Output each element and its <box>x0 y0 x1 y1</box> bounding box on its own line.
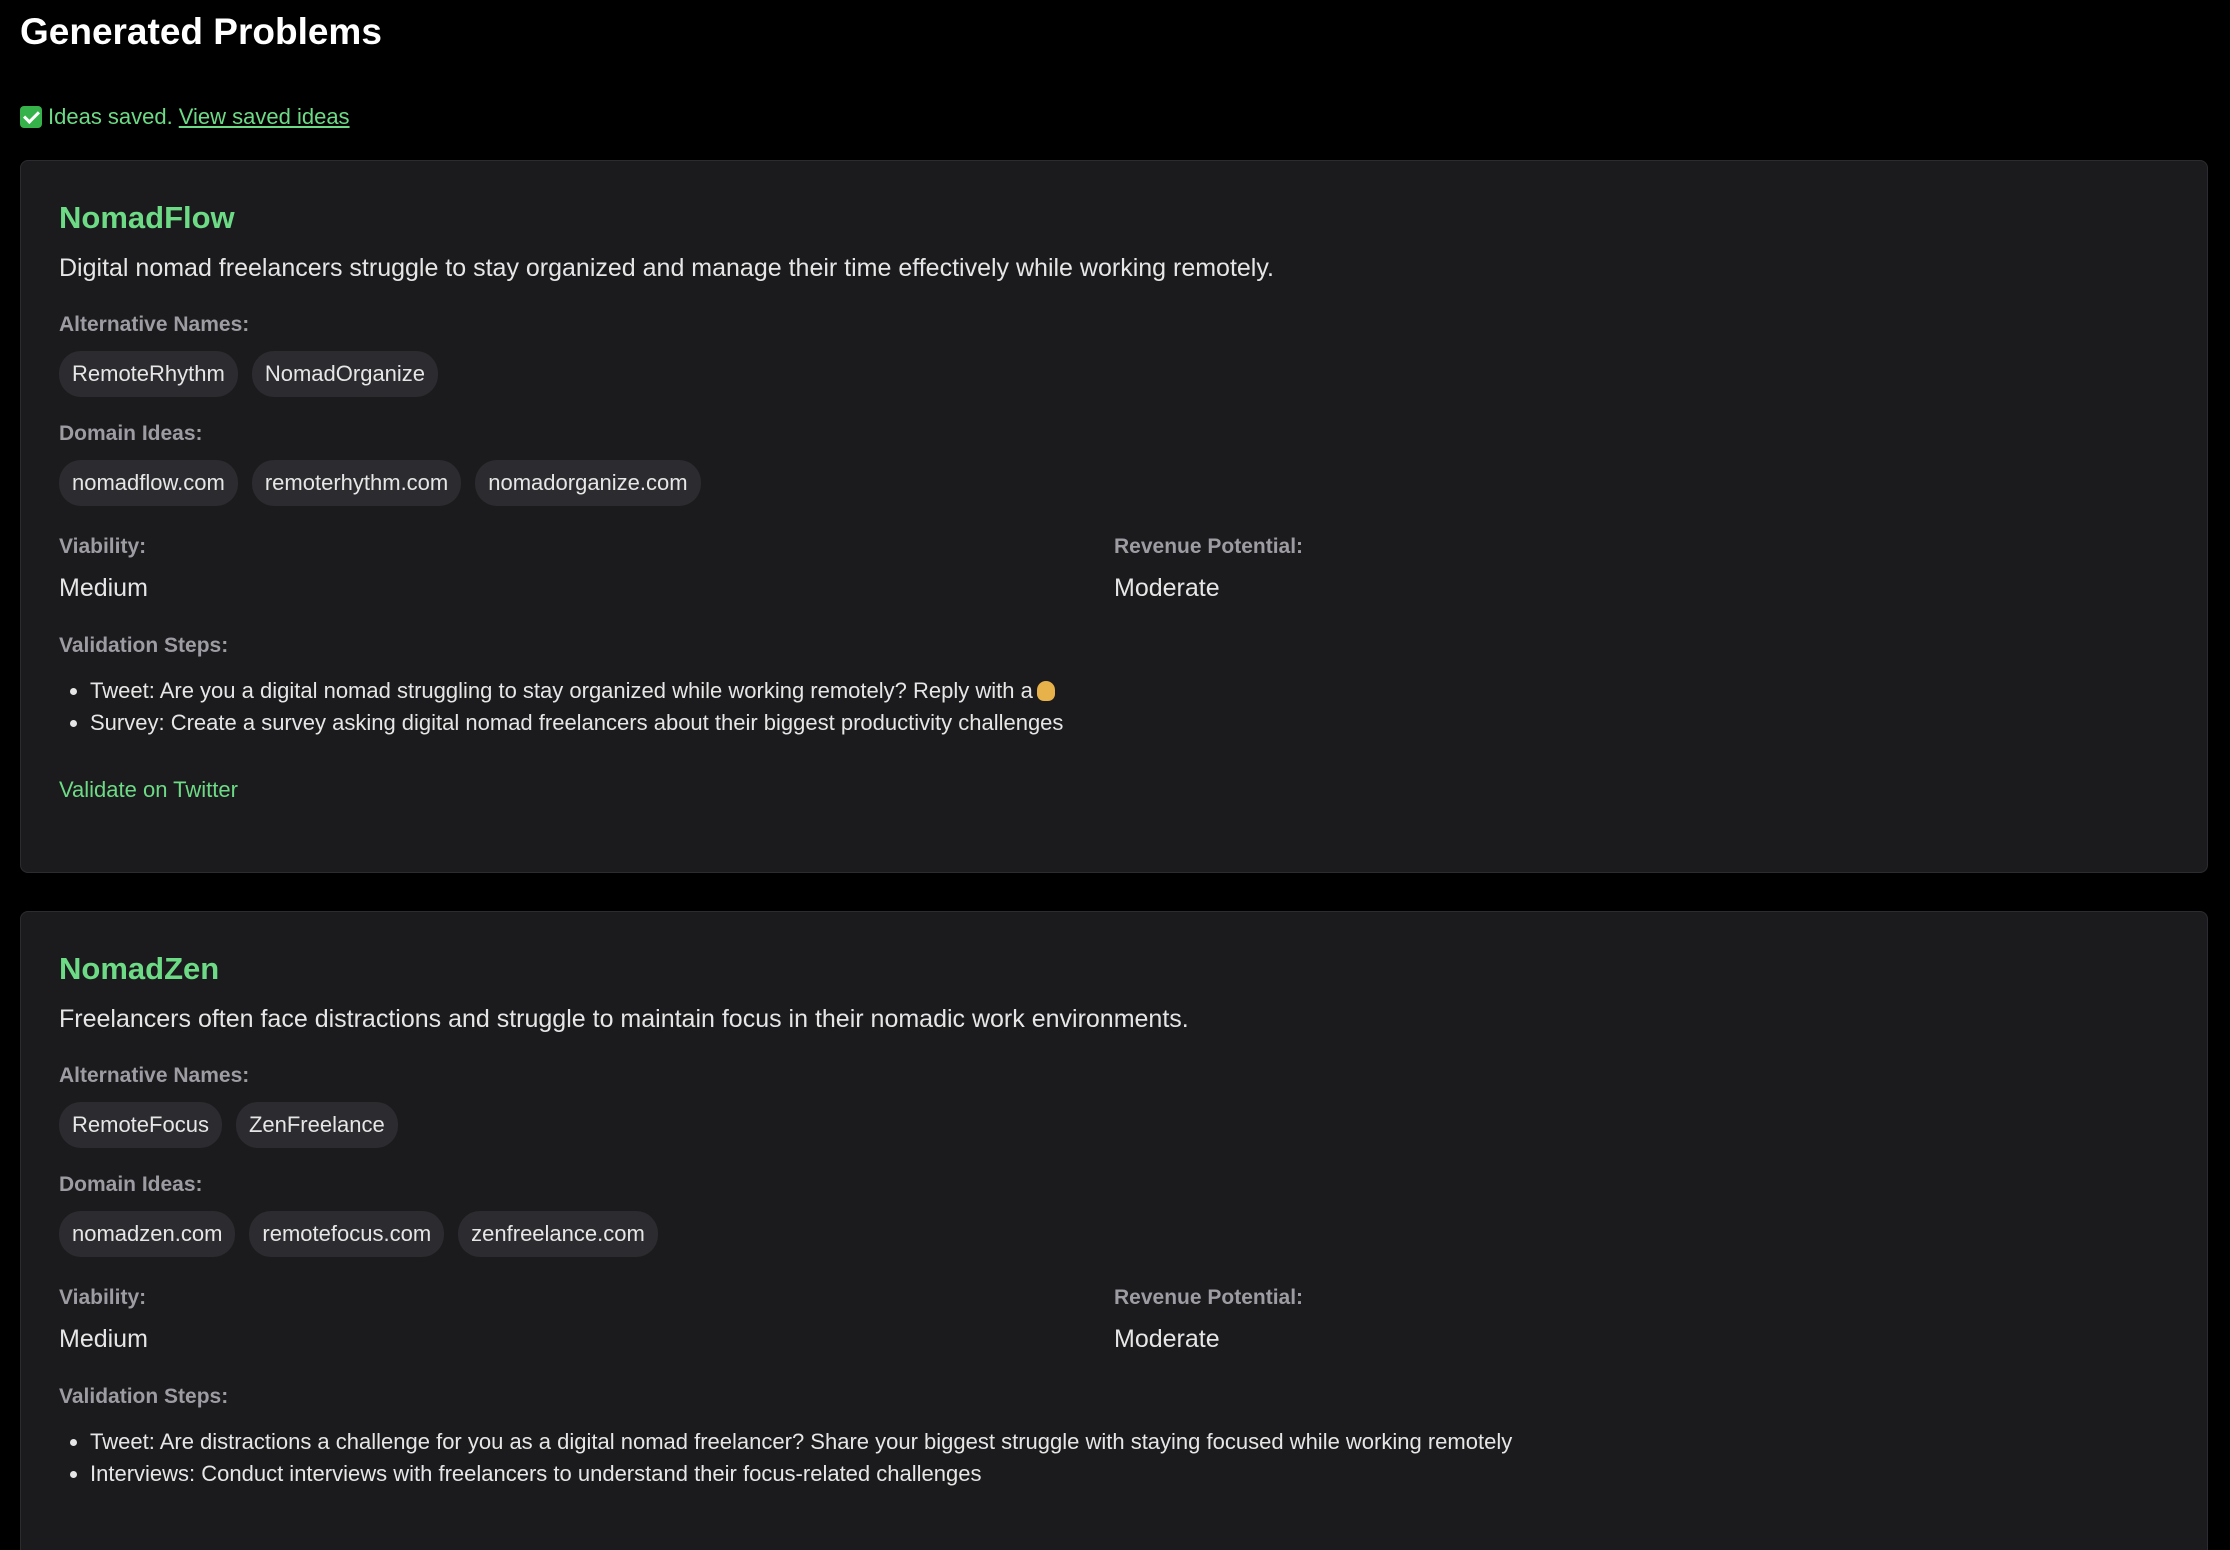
alternative-names-label: Alternative Names: <box>59 1064 250 1087</box>
alternative-name-chip: ZenFreelance <box>235 1102 398 1148</box>
domain-chip: zenfreelance.com <box>458 1211 658 1257</box>
idea-stats: Viability: Medium Revenue Potential: Mod… <box>59 534 2169 603</box>
revenue-potential-label: Revenue Potential: <box>1114 535 1304 558</box>
validation-step: Survey: Create a survey asking digital n… <box>90 707 2169 739</box>
idea-stats: Viability: Medium Revenue Potential: Mod… <box>59 1285 2169 1354</box>
validation-step-text: Interviews: Conduct interviews with free… <box>90 1461 982 1486</box>
page: Generated Problems Ideas saved. View sav… <box>0 0 2230 1550</box>
validation-steps-list: Tweet: Are you a digital nomad strugglin… <box>59 675 2169 739</box>
validation-steps-label: Validation Steps: <box>59 634 229 657</box>
viability-stat: Viability: Medium <box>59 534 1114 603</box>
domain-chip: nomadflow.com <box>59 460 238 506</box>
alternative-name-chip: RemoteRhythm <box>59 351 238 397</box>
validation-steps-list: Tweet: Are distractions a challenge for … <box>59 1426 2169 1490</box>
validation-steps-label: Validation Steps: <box>59 1385 229 1408</box>
alternative-name-chip: RemoteFocus <box>59 1102 222 1148</box>
idea-card: NomadFlow Digital nomad freelancers stru… <box>20 160 2208 873</box>
idea-card: NomadZen Freelancers often face distract… <box>20 911 2208 1550</box>
idea-description: Freelancers often face distractions and … <box>59 1005 1189 1033</box>
domain-chip: nomadzen.com <box>59 1211 236 1257</box>
viability-label: Viability: <box>59 535 147 558</box>
revenue-potential-label: Revenue Potential: <box>1114 1286 1304 1309</box>
revenue-potential-value: Moderate <box>1114 1325 1220 1353</box>
validation-step: Interviews: Conduct interviews with free… <box>90 1458 2169 1490</box>
idea-description: Digital nomad freelancers struggle to st… <box>59 254 1274 282</box>
revenue-potential-value: Moderate <box>1114 574 1220 602</box>
viability-stat: Viability: Medium <box>59 1285 1114 1354</box>
domain-ideas-label: Domain Ideas: <box>59 1173 203 1196</box>
viability-value: Medium <box>59 574 148 602</box>
saved-message: Ideas saved. <box>48 104 173 129</box>
validate-on-twitter-link[interactable]: Validate on Twitter <box>59 777 238 803</box>
person-raising-hand-icon <box>1036 681 1055 701</box>
validation-step-text: Tweet: Are you a digital nomad strugglin… <box>90 678 1033 703</box>
validation-step-text: Survey: Create a survey asking digital n… <box>90 710 1064 735</box>
alternative-names-list: RemoteFocus ZenFreelance <box>59 1102 2169 1148</box>
revenue-potential-stat: Revenue Potential: Moderate <box>1114 534 2169 603</box>
alternative-name-chip: NomadOrganize <box>251 351 439 397</box>
validation-step-text: Tweet: Are distractions a challenge for … <box>90 1429 1513 1454</box>
viability-label: Viability: <box>59 1286 147 1309</box>
view-saved-ideas-link[interactable]: View saved ideas <box>179 104 350 130</box>
domain-chip: remoterhythm.com <box>251 460 462 506</box>
domain-chip: remotefocus.com <box>249 1211 445 1257</box>
idea-title: NomadFlow <box>59 200 235 235</box>
idea-title: NomadZen <box>59 951 220 986</box>
domain-chip: nomadorganize.com <box>475 460 701 506</box>
viability-value: Medium <box>59 1325 148 1353</box>
domain-ideas-label: Domain Ideas: <box>59 422 203 445</box>
alternative-names-label: Alternative Names: <box>59 313 250 336</box>
alternative-names-list: RemoteRhythm NomadOrganize <box>59 351 2169 397</box>
validation-step: Tweet: Are distractions a challenge for … <box>90 1426 2169 1458</box>
check-mark-icon <box>20 106 42 128</box>
validation-step: Tweet: Are you a digital nomad strugglin… <box>90 675 2169 707</box>
saved-status: Ideas saved. View saved ideas <box>20 104 2210 130</box>
domain-ideas-list: nomadzen.com remotefocus.com zenfreelanc… <box>59 1211 2169 1257</box>
domain-ideas-list: nomadflow.com remoterhythm.com nomadorga… <box>59 460 2169 506</box>
page-title: Generated Problems <box>20 11 382 52</box>
revenue-potential-stat: Revenue Potential: Moderate <box>1114 1285 2169 1354</box>
